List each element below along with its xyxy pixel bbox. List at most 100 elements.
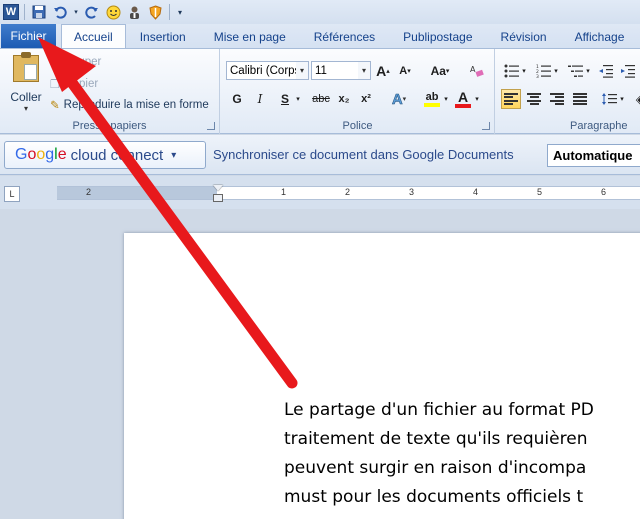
- decrease-indent-button[interactable]: [596, 61, 616, 81]
- first-line-indent-marker[interactable]: [213, 185, 223, 191]
- ruler-number: 1: [281, 187, 287, 197]
- align-left-button[interactable]: [501, 89, 521, 109]
- numbering-dropdown-icon[interactable]: ▾: [552, 61, 560, 81]
- google-cloud-connect-button[interactable]: Google cloud connect ▾: [4, 141, 206, 169]
- text-effects-button[interactable]: A ▾: [389, 89, 409, 109]
- grow-font-button[interactable]: A ▴: [373, 61, 393, 81]
- scissors-icon: ✂: [50, 57, 60, 69]
- strikethrough-button[interactable]: abc: [309, 89, 333, 109]
- tab-insertion[interactable]: Insertion: [126, 26, 200, 48]
- chevron-down-icon[interactable]: ▾: [296, 62, 308, 79]
- sync-mode-select[interactable]: Automatique: [547, 144, 640, 167]
- multilevel-dropdown-icon[interactable]: ▾: [584, 61, 592, 81]
- tab-mise-en-page[interactable]: Mise en page: [200, 26, 300, 48]
- cut-button[interactable]: ✂ Couper: [50, 53, 101, 71]
- redo-icon[interactable]: [83, 3, 101, 21]
- copy-button[interactable]: ❐ Copier: [50, 75, 98, 93]
- paste-label: Coller: [10, 90, 42, 104]
- undo-dropdown-icon[interactable]: ▾: [72, 3, 80, 21]
- user-icon[interactable]: [125, 3, 143, 21]
- horizontal-ruler[interactable]: 2 1 1 2 3 4 5 6: [57, 185, 640, 202]
- ruler-number: 5: [537, 187, 543, 197]
- save-icon[interactable]: [30, 3, 48, 21]
- document-body[interactable]: Le partage d'un fichier au format PD tra…: [284, 396, 640, 512]
- google-logo-o2: o: [36, 146, 46, 163]
- increase-indent-button[interactable]: [618, 61, 638, 81]
- shrink-font-button[interactable]: A ▾: [395, 61, 415, 81]
- ruler-number: 1: [153, 187, 159, 197]
- font-name-combo[interactable]: Calibri (Corps ▾: [226, 61, 309, 80]
- document-line: must pour les documents officiels t: [284, 487, 584, 507]
- change-case-button[interactable]: Aa ▾: [426, 61, 454, 81]
- smiley-icon[interactable]: [104, 3, 122, 21]
- align-center-button[interactable]: [524, 89, 544, 109]
- underline-dropdown-icon[interactable]: ▾: [293, 89, 303, 109]
- copy-label: Copier: [64, 78, 99, 90]
- font-group: Calibri (Corps ▾ 11 ▾ A ▴ A ▾ Aa ▾ A G I S …: [221, 49, 495, 134]
- align-right-icon: [550, 93, 564, 105]
- clipboard-launcher-icon[interactable]: [207, 122, 215, 130]
- superscript-button[interactable]: x²: [356, 89, 376, 109]
- ruler-number: 3: [409, 187, 415, 197]
- line-spacing-dropdown-icon[interactable]: ▾: [618, 89, 626, 109]
- justify-button[interactable]: [570, 89, 590, 109]
- numbering-button[interactable]: 123: [534, 61, 554, 81]
- left-indent-marker[interactable]: [213, 194, 223, 202]
- google-logo-g2: g: [45, 146, 55, 163]
- clipboard-group: Coller ▾ ✂ Couper ❐ Copier ✎ Reproduire …: [0, 49, 220, 134]
- tab-fichier[interactable]: Fichier: [1, 24, 56, 48]
- sync-status-text: Synchroniser ce document dans Google Doc…: [213, 147, 514, 162]
- clipboard-icon: [13, 52, 39, 82]
- shield-icon[interactable]: [146, 3, 164, 21]
- align-right-button[interactable]: [547, 89, 567, 109]
- tab-selector-button[interactable]: L: [4, 186, 20, 202]
- align-center-icon: [527, 93, 541, 105]
- clear-formatting-button[interactable]: A: [467, 61, 487, 81]
- quick-access-toolbar: W ▾ ▾: [0, 0, 640, 24]
- highlight-dropdown-icon[interactable]: ▾: [442, 89, 450, 109]
- chevron-down-icon: ▾: [171, 149, 177, 161]
- bold-button[interactable]: G: [227, 89, 247, 109]
- tab-publipostage[interactable]: Publipostage: [389, 26, 486, 48]
- ribbon: Coller ▾ ✂ Couper ❐ Copier ✎ Reproduire …: [0, 48, 640, 134]
- underline-button[interactable]: S: [275, 89, 295, 109]
- ribbon-tabs: Fichier Accueil Insertion Mise en page R…: [0, 24, 640, 48]
- tab-references[interactable]: Références: [300, 26, 389, 48]
- google-logo-o1: o: [27, 146, 37, 163]
- google-cloud-connect-bar: Google cloud connect ▾ Synchroniser ce d…: [0, 135, 640, 175]
- format-painter-button[interactable]: ✎ Reproduire la mise en forme: [50, 96, 209, 114]
- chevron-down-icon[interactable]: ▾: [358, 62, 370, 79]
- font-color-dropdown-icon[interactable]: ▾: [473, 89, 481, 109]
- font-size-value: 11: [315, 64, 327, 77]
- cut-label: Couper: [63, 56, 102, 68]
- customize-dropdown-icon[interactable]: ▾: [175, 3, 185, 21]
- subscript-button[interactable]: x₂: [334, 89, 354, 109]
- qat-separator: [24, 4, 25, 20]
- ruler-number: 4: [473, 187, 479, 197]
- word-logo-icon[interactable]: W: [3, 4, 19, 20]
- font-color-button[interactable]: A: [453, 89, 473, 109]
- paragraph-group-label: Paragraphe: [570, 120, 628, 132]
- bullets-button[interactable]: [502, 61, 522, 81]
- document-line: Le partage d'un fichier au format PD: [284, 400, 594, 420]
- multilevel-list-button[interactable]: [566, 61, 586, 81]
- chevron-down-icon: ▾: [23, 104, 28, 113]
- undo-icon[interactable]: [51, 3, 69, 21]
- document-area: Le partage d'un fichier au format PD tra…: [0, 209, 640, 519]
- tab-affichage[interactable]: Affichage: [561, 26, 639, 48]
- font-launcher-icon[interactable]: [482, 122, 490, 130]
- tab-revision[interactable]: Révision: [487, 26, 561, 48]
- tab-accueil[interactable]: Accueil: [61, 24, 126, 48]
- paste-button[interactable]: Coller ▾: [6, 52, 46, 113]
- bullets-dropdown-icon[interactable]: ▾: [520, 61, 528, 81]
- italic-button[interactable]: I: [250, 89, 270, 109]
- document-page[interactable]: Le partage d'un fichier au format PD tra…: [124, 233, 640, 519]
- google-logo-g: G: [15, 146, 28, 163]
- line-spacing-button[interactable]: [600, 89, 620, 109]
- document-line: peuvent surgir en raison d'incompa: [284, 458, 587, 478]
- google-logo-e: e: [57, 146, 67, 163]
- align-left-icon: [504, 93, 518, 105]
- eraser-icon: A: [470, 65, 484, 77]
- font-size-combo[interactable]: 11 ▾: [311, 61, 371, 80]
- shading-button[interactable]: ◈: [630, 89, 640, 109]
